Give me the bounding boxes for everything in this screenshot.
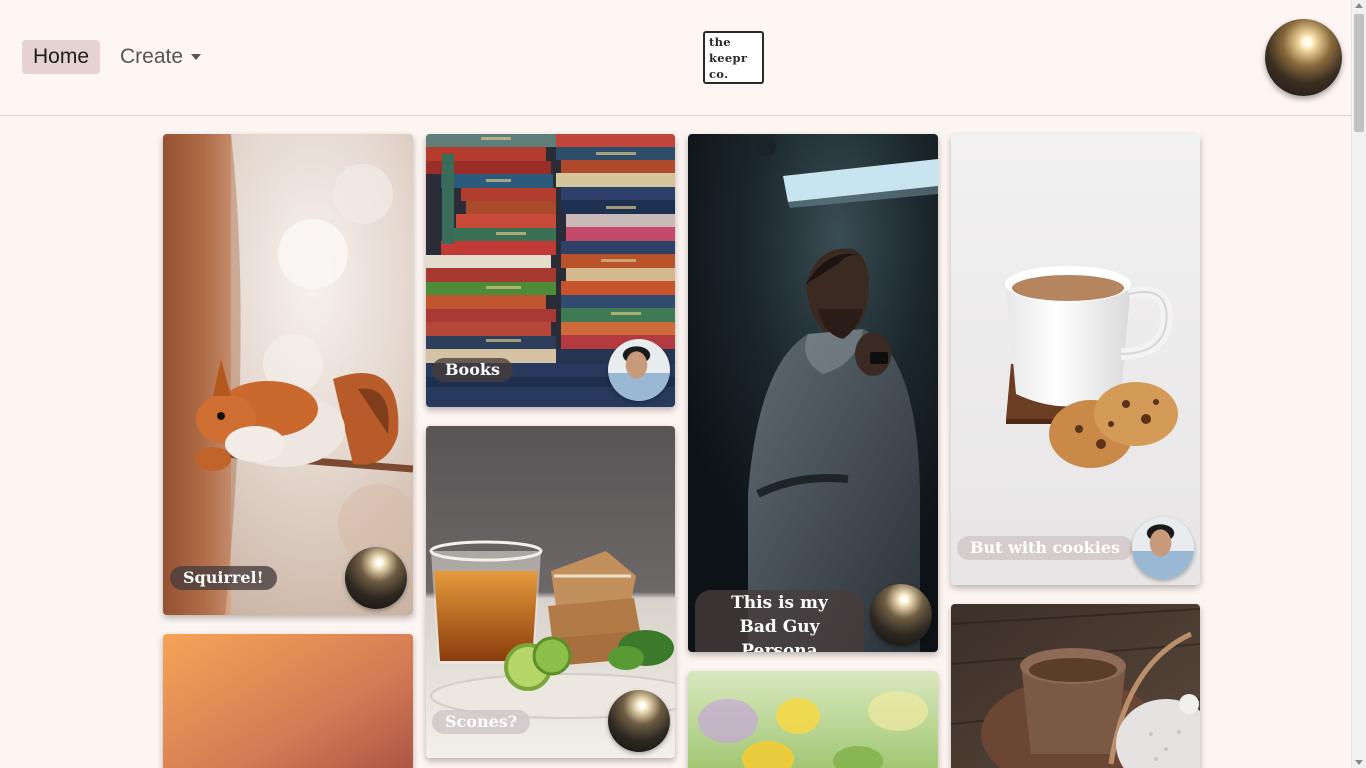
card-title: Squirrel! (170, 566, 277, 590)
creator-avatar[interactable] (345, 547, 407, 609)
keep-card-but-with-cookies[interactable]: But with cookies (951, 134, 1200, 585)
keep-card-squirrel[interactable]: Squirrel! (163, 134, 413, 615)
navbar: Home Create the keepr co. (0, 0, 1351, 116)
create-label: Create (120, 45, 184, 68)
user-avatar[interactable] (1265, 19, 1342, 96)
logo-line-1: the (709, 35, 731, 49)
squirrel-photo (163, 134, 413, 615)
logo-line-2: keepr (709, 51, 748, 65)
home-nav-link[interactable]: Home (22, 40, 100, 74)
creator-avatar[interactable] (608, 690, 670, 752)
card-title: Scones? (432, 710, 531, 734)
card-title: Books (432, 358, 513, 382)
keep-card-tea[interactable] (951, 604, 1200, 768)
scroll-thumb[interactable] (1354, 14, 1364, 132)
card-title: This is my Bad Guy Persona (695, 590, 864, 652)
page-scrollbar[interactable] (1351, 0, 1366, 768)
keepr-logo[interactable]: the keepr co. (703, 31, 764, 84)
hooded-man-photo (688, 134, 938, 652)
keep-card-gradient[interactable] (163, 634, 413, 768)
keep-card-bad-guy-persona[interactable]: This is my Bad Guy Persona (688, 134, 938, 652)
flower-meadow-photo (688, 671, 938, 768)
keep-card-flowers[interactable] (688, 671, 938, 768)
tea-cup-teapot-photo (951, 604, 1200, 768)
scroll-up-arrow-icon[interactable] (1355, 3, 1363, 8)
creator-avatar[interactable] (608, 339, 670, 401)
orange-gradient-photo (163, 634, 413, 768)
logo-line-3: co. (709, 67, 729, 81)
keep-card-books[interactable]: Books (426, 134, 675, 407)
caret-down-icon (191, 54, 202, 60)
creator-avatar[interactable] (1132, 517, 1194, 579)
create-dropdown-toggle[interactable]: Create (108, 40, 213, 74)
keep-card-scones[interactable]: Scones? (426, 426, 675, 758)
scroll-down-arrow-icon[interactable] (1355, 760, 1363, 765)
card-title: But with cookies (957, 536, 1133, 560)
creator-avatar[interactable] (870, 584, 932, 646)
